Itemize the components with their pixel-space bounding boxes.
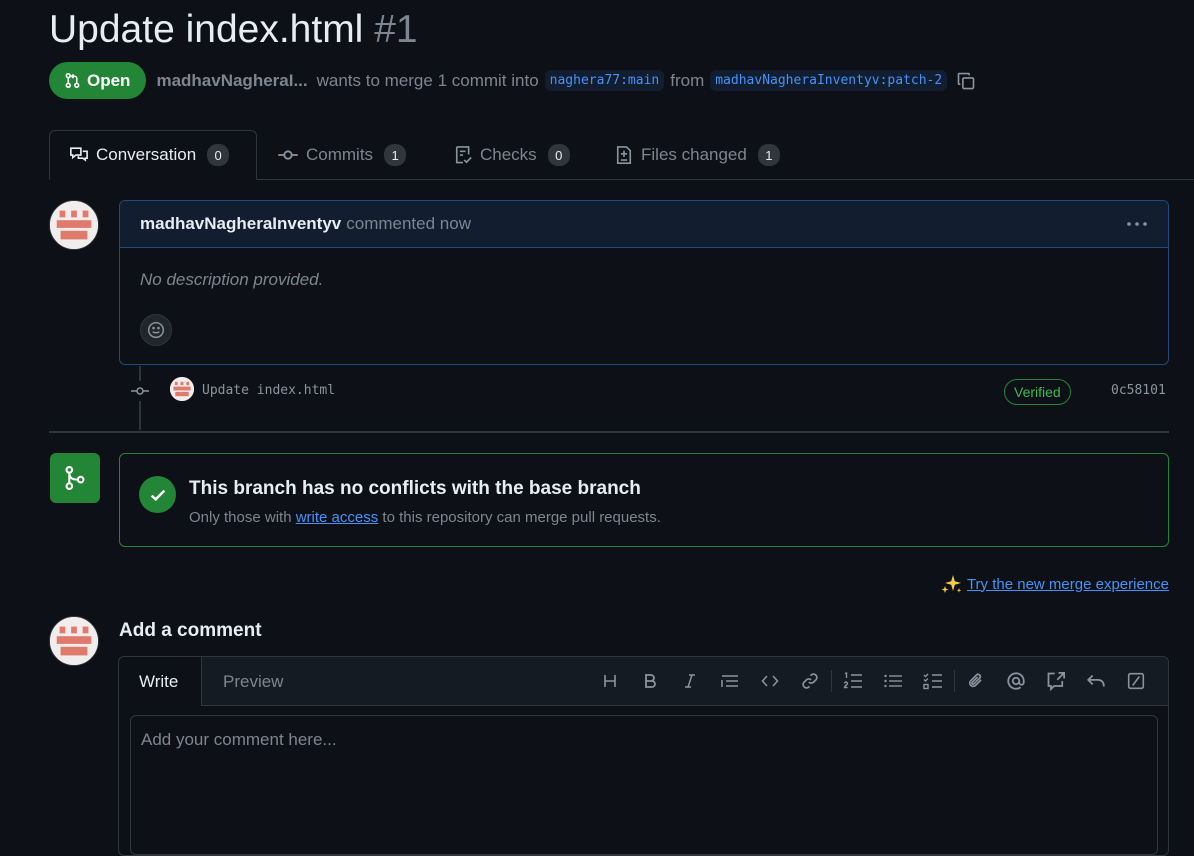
pr-number: #1 [374,8,418,51]
tab-label: Checks [480,145,537,164]
head-branch-label[interactable]: madhavNagheraInventyv:patch-2 [710,70,948,91]
base-branch-label[interactable]: naghera77:main [544,70,665,91]
from-text: from [670,70,705,90]
italic-icon[interactable] [670,665,710,697]
comment-discussion-icon [70,147,88,162]
git-pull-request-icon [65,73,80,88]
checklist-icon [455,146,472,164]
file-diff-icon [616,146,632,164]
merge-status-title: This branch has no conflicts with the ba… [189,478,641,499]
slash-command-icon[interactable] [1116,665,1156,697]
heading-icon[interactable] [590,665,630,697]
pr-author-link[interactable]: madhavNagheraI... [156,71,307,91]
add-comment-heading: Add a comment [119,620,262,641]
tab-write[interactable]: Write [119,657,202,706]
markdown-toolbar [590,657,1156,705]
toolbar-separator [831,670,832,692]
avatar[interactable] [49,616,99,666]
comment-author[interactable]: madhavNagheraInventyv [140,214,341,234]
git-merge-icon [50,453,100,503]
cross-reference-icon[interactable] [1036,665,1076,697]
tab-checks[interactable]: Checks 0 [433,130,590,180]
tab-count: 1 [384,144,407,166]
tab-count: 1 [757,144,780,166]
pr-status-row: Open madhavNagheraI... wants to merge 1 … [49,62,976,99]
tab-conversation[interactable]: Conversation 0 [49,130,257,180]
timeline-divider [49,431,1169,433]
merge-status-subtitle: Only those with write access to this rep… [189,509,661,526]
smiley-icon [147,321,165,339]
link-icon[interactable] [790,665,830,697]
ordered-list-icon[interactable] [833,665,873,697]
comment-time[interactable]: commented now [346,214,471,234]
pr-tabs: Conversation 0 Commits 1 Checks 0 Files … [49,130,1194,180]
check-circle-icon [139,476,176,513]
pr-title-text: Update index.html [49,8,364,51]
sparkles-icon [941,575,962,593]
toolbar-separator [954,670,955,692]
comment-body: No description provided. [140,270,324,289]
merge-text: wants to merge 1 commit into [316,70,539,90]
avatar[interactable] [49,200,99,250]
task-list-icon[interactable] [913,665,953,697]
quote-icon[interactable] [710,665,750,697]
git-commit-icon [278,150,298,160]
mention-icon[interactable] [996,665,1036,697]
comment-header: madhavNagheraInventyv commented now [120,201,1168,248]
comment-textarea[interactable]: Add your comment here... [130,715,1158,855]
comment-box: madhavNagheraInventyv commented now No d… [119,200,1169,365]
copy-icon[interactable] [956,71,976,91]
avatar[interactable] [170,377,194,401]
add-reaction-button[interactable] [140,314,172,346]
merge-status-box: This branch has no conflicts with the ba… [119,453,1169,547]
tab-files-changed[interactable]: Files changed 1 [594,130,800,180]
tab-label: Files changed [641,145,747,164]
editor-header: Write Preview [119,657,1168,706]
git-commit-icon [130,381,150,401]
tab-commits[interactable]: Commits 1 [257,130,426,180]
commit-message-link[interactable]: Update index.html [202,383,335,398]
comment-editor: Write Preview Add your comment here... [118,656,1169,856]
tab-label: Conversation [96,145,197,164]
tab-count: 0 [547,144,570,166]
merge-sub-before: Only those with [189,509,292,526]
unordered-list-icon[interactable] [873,665,913,697]
write-access-link[interactable]: write access [296,509,379,526]
pr-title: Update index.html #1 [49,6,418,54]
tab-count: 0 [207,144,230,166]
attach-icon[interactable] [956,665,996,697]
commit-sha-link[interactable]: 0c58101 [1111,383,1166,398]
tab-label: Commits [306,145,374,164]
merge-sub-after: to this repository can merge pull reques… [382,509,661,526]
bold-icon[interactable] [630,665,670,697]
code-icon[interactable] [750,665,790,697]
tab-preview[interactable]: Preview [203,657,303,706]
try-new-merge-link[interactable]: Try the new merge experience [967,576,1169,593]
status-badge-open: Open [49,62,147,99]
status-badge-label: Open [87,70,131,90]
reply-icon[interactable] [1076,665,1116,697]
kebab-horizontal-icon[interactable] [1126,221,1148,227]
new-merge-experience: Try the new merge experience [940,572,1169,596]
verified-badge[interactable]: Verified [1004,379,1071,405]
